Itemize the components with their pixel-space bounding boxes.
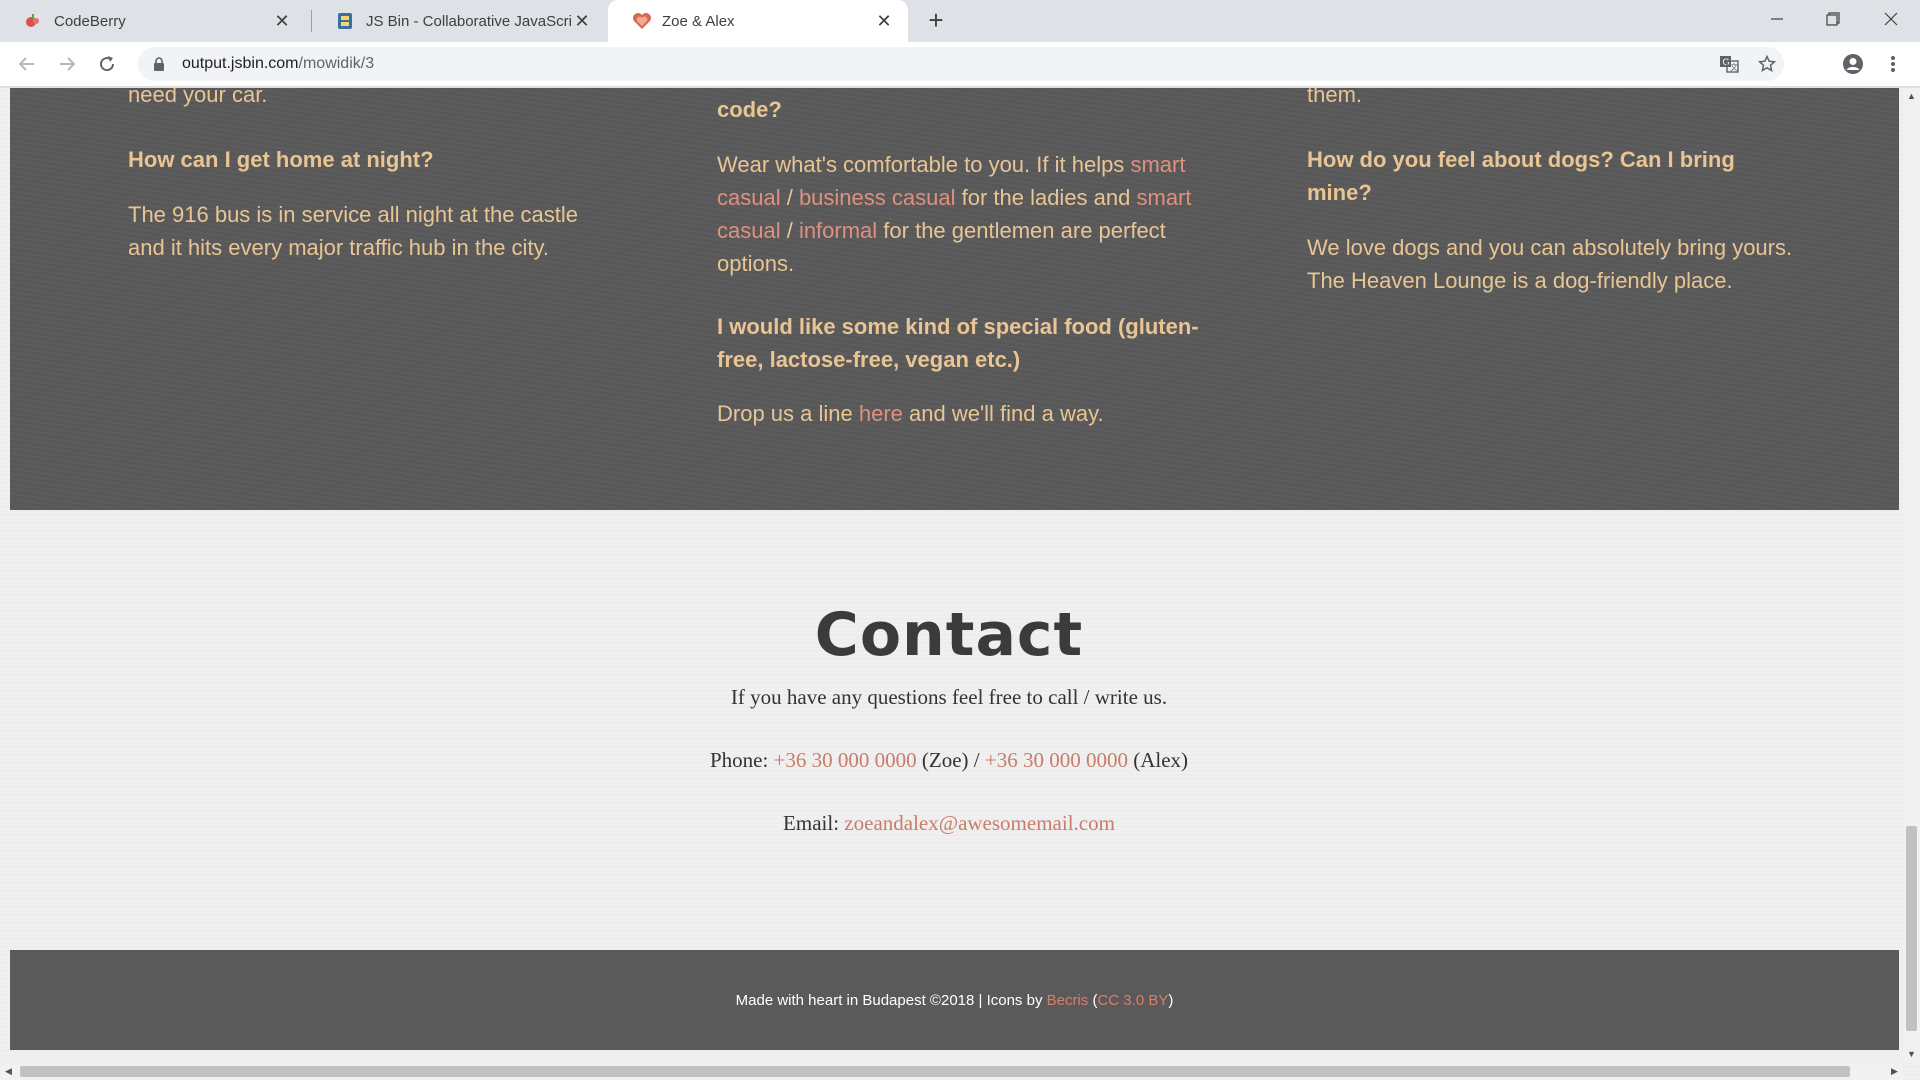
arrow-right-icon (60, 57, 76, 71)
faq-answer-food: Drop us a line here and we'll find a way… (717, 401, 1104, 426)
faq-section: need your car. How can I get home at nig… (10, 88, 1899, 510)
page-viewport: need your car. How can I get home at nig… (0, 88, 1920, 1080)
browser-toolbar: output.jsbin.com/mowidik/3 G文 (0, 42, 1920, 87)
svg-text:文: 文 (1730, 62, 1738, 72)
close-icon[interactable]: ✕ (272, 11, 292, 32)
profile-avatar-icon[interactable] (1838, 49, 1868, 79)
tab-title: Zoe & Alex (662, 12, 735, 30)
link-here[interactable]: here (859, 401, 903, 426)
scroll-left-arrow-icon[interactable]: ◀ (0, 1063, 17, 1080)
faq-partial-answer: need your car. (128, 88, 268, 107)
svg-text:G: G (1723, 57, 1730, 67)
footer-link-becris[interactable]: Becris (1047, 992, 1089, 1009)
horizontal-scroll-thumb[interactable] (20, 1066, 1850, 1077)
page-footer: Made with heart in Budapest ©2018 | Icon… (10, 950, 1899, 1050)
minimize-button[interactable] (1750, 0, 1804, 38)
tab-zoe-alex[interactable]: Zoe & Alex ✕ (608, 0, 908, 42)
faq-question: I would like some kind of special food (… (717, 314, 1199, 372)
scroll-down-arrow-icon[interactable]: ▼ (1903, 1046, 1920, 1063)
faq-partial-question: code? (717, 97, 782, 122)
footer-text: Made with heart in Budapest ©2018 | Icon… (735, 991, 1174, 1009)
url-path: /mowidik/3 (298, 55, 375, 72)
vertical-scroll-thumb[interactable] (1906, 826, 1917, 1031)
url-text: output.jsbin.com/mowidik/3 (182, 55, 374, 73)
contact-section: Contact If you have any questions feel f… (0, 510, 1898, 950)
vertical-scrollbar[interactable]: ▲ ▼ (1903, 88, 1920, 1063)
faq-answer: We love dogs and you can absolutely brin… (1307, 235, 1793, 293)
scroll-up-arrow-icon[interactable]: ▲ (1903, 88, 1920, 105)
forward-button[interactable] (52, 49, 82, 79)
faq-answer: The 916 bus is in service all night at t… (128, 202, 579, 260)
lock-icon[interactable] (152, 56, 166, 72)
translate-icon[interactable]: G文 (1714, 47, 1744, 81)
footer-link-license[interactable]: CC 3.0 BY (1097, 992, 1168, 1009)
url-domain: output.jsbin.com (182, 55, 299, 72)
heart-icon (632, 12, 651, 30)
faq-partial-answer: them. (1307, 88, 1363, 107)
close-icon[interactable]: ✕ (874, 11, 894, 32)
contact-intro: If you have any questions feel free to c… (730, 685, 1168, 709)
faq-question: How can I get home at night? (128, 147, 434, 172)
link-business-casual[interactable]: business casual (799, 185, 956, 210)
tab-title: JS Bin - Collaborative JavaScript Debugg… (366, 12, 572, 30)
contact-email-line: Email: zoeandalex@awesomemail.com (783, 811, 1115, 835)
horizontal-scrollbar[interactable]: ◀ ▶ (0, 1063, 1903, 1080)
codeberry-icon (24, 12, 42, 30)
restore-button[interactable] (1806, 0, 1860, 38)
back-button[interactable] (12, 49, 42, 79)
scroll-right-arrow-icon[interactable]: ▶ (1886, 1063, 1903, 1080)
tab-jsbin[interactable]: JS Bin - Collaborative JavaScript Debugg… (312, 0, 606, 42)
faq-question: How do you feel about dogs? Can I bring … (1307, 147, 1735, 205)
faq-answer-dresscode: Wear what's comfortable to you. If it he… (717, 152, 1192, 276)
close-icon[interactable]: ✕ (572, 11, 592, 32)
tab-codeberry[interactable]: CodeBerry ✕ (0, 0, 306, 42)
address-bar[interactable]: output.jsbin.com/mowidik/3 G文 (138, 47, 1784, 81)
email-link[interactable]: zoeandalex@awesomemail.com (844, 811, 1115, 835)
close-window-button[interactable] (1864, 0, 1918, 38)
link-informal[interactable]: informal (799, 218, 877, 243)
tab-title: CodeBerry (54, 12, 126, 30)
contact-title: Contact (814, 600, 1084, 670)
phone-link-zoe[interactable]: +36 30 000 0000 (774, 748, 917, 772)
jsbin-icon (336, 12, 354, 30)
tab-strip: CodeBerry ✕ JS Bin - Collaborative JavaS… (0, 0, 1920, 42)
reload-icon (100, 56, 115, 72)
contact-phone-line: Phone: +36 30 000 0000 (Zoe) / +36 30 00… (709, 748, 1189, 772)
reload-button[interactable] (92, 49, 122, 79)
bookmark-star-icon[interactable] (1752, 47, 1782, 81)
phone-link-alex[interactable]: +36 30 000 0000 (985, 748, 1128, 772)
arrow-left-icon (18, 57, 34, 71)
menu-kebab-icon[interactable] (1878, 49, 1908, 79)
new-tab-button[interactable]: + (922, 6, 950, 34)
